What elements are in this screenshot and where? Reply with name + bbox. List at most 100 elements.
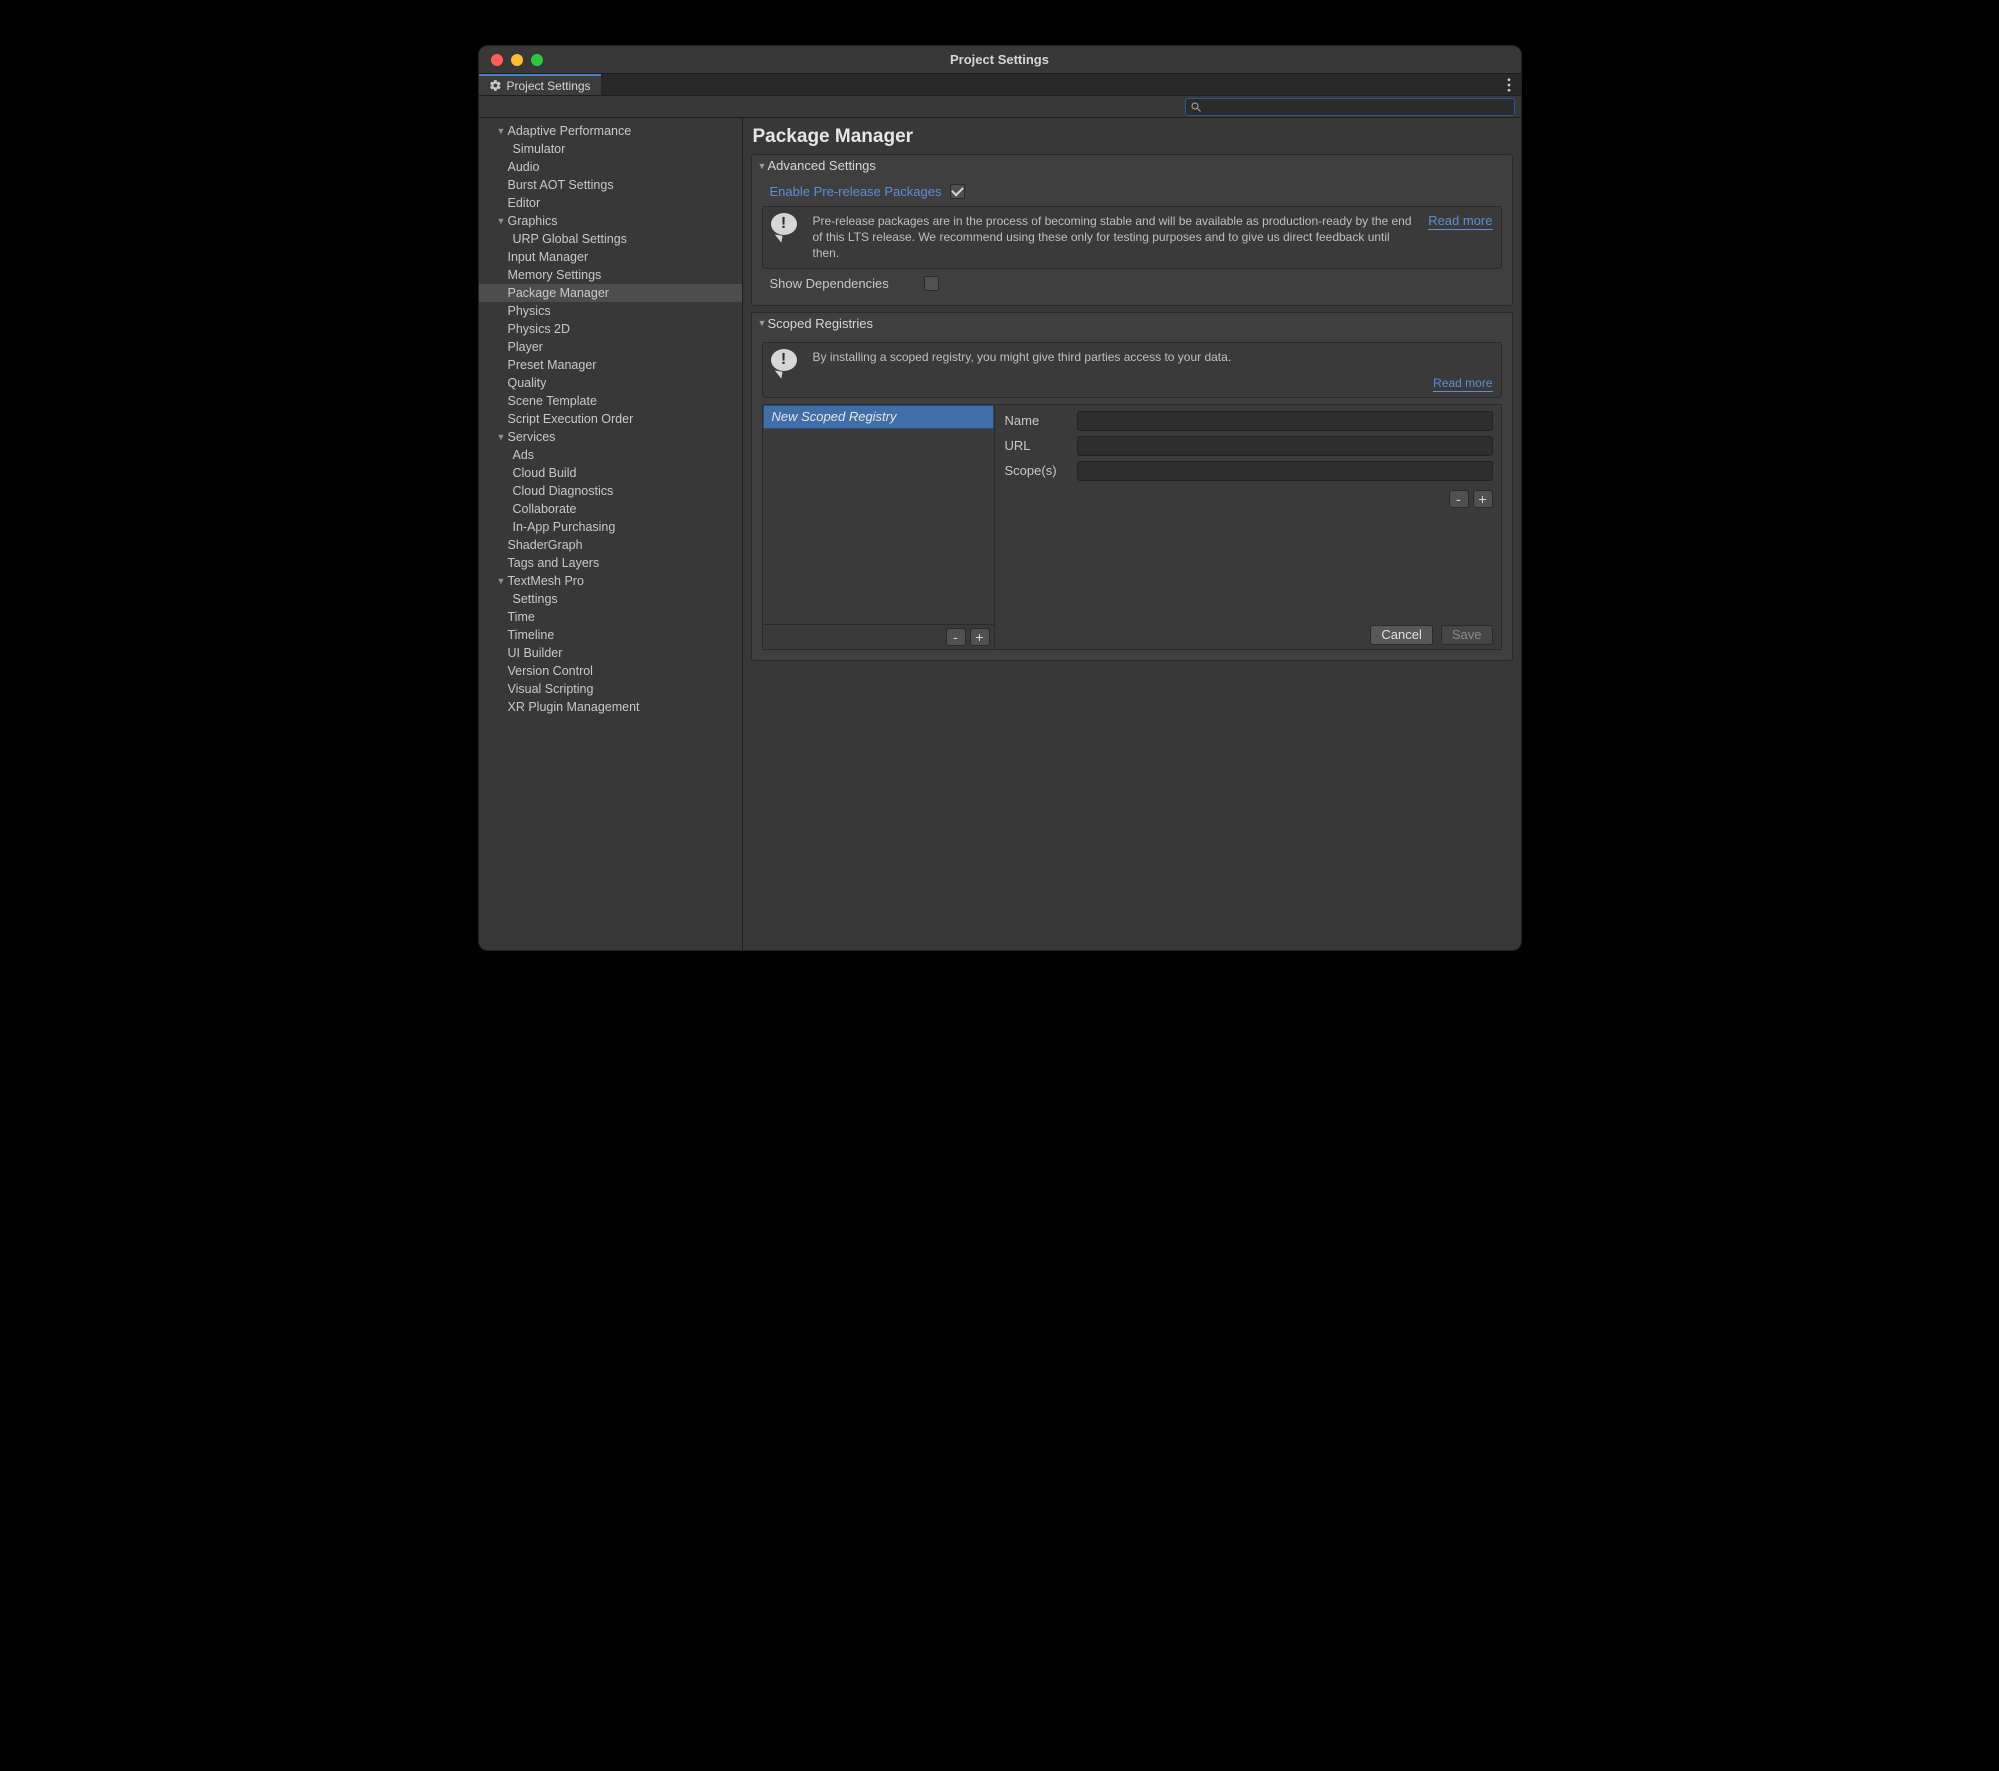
chevron-down-icon: ▼	[497, 432, 507, 442]
sidebar-item-editor[interactable]: Editor	[479, 194, 742, 212]
sidebar-item-label: Services	[508, 430, 556, 444]
sidebar-item-collaborate[interactable]: Collaborate	[479, 500, 742, 518]
sidebar-item-in-app-purchasing[interactable]: In-App Purchasing	[479, 518, 742, 536]
sidebar-item-label: Cloud Diagnostics	[513, 484, 614, 498]
sidebar-item-shadergraph[interactable]: ShaderGraph	[479, 536, 742, 554]
chevron-down-icon: ▼	[497, 216, 507, 226]
sidebar-item-ads[interactable]: Ads	[479, 446, 742, 464]
scoped-registries-foldout[interactable]: ▼ Scoped Registries	[752, 313, 1512, 334]
sidebar-item-tags-and-layers[interactable]: Tags and Layers	[479, 554, 742, 572]
advanced-settings-header: Advanced Settings	[768, 158, 876, 173]
sidebar-item-ui-builder[interactable]: UI Builder	[479, 644, 742, 662]
sidebar-item-cloud-build[interactable]: Cloud Build	[479, 464, 742, 482]
sidebar-item-timeline[interactable]: Timeline	[479, 626, 742, 644]
prerelease-read-more-link[interactable]: Read more	[1428, 213, 1492, 230]
tab-project-settings[interactable]: Project Settings	[479, 74, 601, 95]
show-dependencies-checkbox[interactable]	[924, 276, 939, 291]
sidebar-item-version-control[interactable]: Version Control	[479, 662, 742, 680]
foldout-arrow-icon: ▼	[758, 318, 768, 328]
tab-bar: Project Settings	[479, 74, 1521, 96]
info-icon: !	[771, 349, 803, 377]
save-button[interactable]: Save	[1441, 625, 1493, 645]
foldout-arrow-icon: ▼	[758, 161, 768, 171]
sidebar-item-cloud-diagnostics[interactable]: Cloud Diagnostics	[479, 482, 742, 500]
kebab-icon	[1507, 78, 1511, 92]
registry-form-panel: Name URL Scope(s)	[995, 405, 1501, 649]
zoom-window-button[interactable]	[531, 54, 543, 66]
sidebar-item-label: Adaptive Performance	[508, 124, 632, 138]
sidebar-item-script-execution-order[interactable]: Script Execution Order	[479, 410, 742, 428]
scope-add-button[interactable]: +	[1473, 490, 1493, 508]
sidebar-item-label: Memory Settings	[508, 268, 602, 282]
search-input[interactable]	[1206, 100, 1510, 114]
sidebar-item-preset-manager[interactable]: Preset Manager	[479, 356, 742, 374]
sidebar-item-scene-template[interactable]: Scene Template	[479, 392, 742, 410]
prerelease-info-box: ! Pre-release packages are in the proces…	[762, 206, 1502, 269]
chevron-down-icon: ▼	[497, 576, 507, 586]
scoped-registries-header: Scoped Registries	[768, 316, 874, 331]
project-settings-window: Project Settings Project Settings ▼Adapt…	[478, 45, 1522, 951]
sidebar-item-label: Quality	[508, 376, 547, 390]
minimize-window-button[interactable]	[511, 54, 523, 66]
registry-list-item[interactable]: New Scoped Registry	[763, 405, 994, 429]
scope-remove-button[interactable]: -	[1449, 490, 1469, 508]
show-dependencies-label: Show Dependencies	[770, 276, 916, 291]
cancel-button[interactable]: Cancel	[1370, 625, 1432, 645]
sidebar-item-simulator[interactable]: Simulator	[479, 140, 742, 158]
sidebar-item-label: Ads	[513, 448, 535, 462]
sidebar-item-urp-global-settings[interactable]: URP Global Settings	[479, 230, 742, 248]
sidebar-item-label: Script Execution Order	[508, 412, 634, 426]
sidebar-item-time[interactable]: Time	[479, 608, 742, 626]
enable-prerelease-checkbox[interactable]	[950, 184, 965, 199]
panel-menu-button[interactable]	[1497, 74, 1521, 95]
close-window-button[interactable]	[491, 54, 503, 66]
registry-name-input[interactable]	[1077, 411, 1493, 431]
sidebar-item-quality[interactable]: Quality	[479, 374, 742, 392]
sidebar-item-label: Input Manager	[508, 250, 589, 264]
registry-add-button[interactable]: +	[970, 628, 990, 646]
search-box[interactable]	[1185, 98, 1515, 116]
enable-prerelease-link[interactable]: Enable Pre-release Packages	[770, 184, 942, 199]
sidebar-item-label: Editor	[508, 196, 541, 210]
sidebar-item-services[interactable]: ▼Services	[479, 428, 742, 446]
sidebar-item-physics[interactable]: Physics	[479, 302, 742, 320]
info-icon: !	[771, 213, 803, 241]
scoped-read-more-link[interactable]: Read more	[1433, 376, 1492, 392]
registry-name-label: Name	[1005, 413, 1067, 428]
sidebar-item-label: Scene Template	[508, 394, 597, 408]
sidebar-item-label: Timeline	[508, 628, 555, 642]
page-title: Package Manager	[753, 126, 1513, 148]
sidebar-item-label: In-App Purchasing	[513, 520, 616, 534]
scoped-registry-pane: New Scoped Registry - + Name	[762, 404, 1502, 650]
sidebar-item-textmesh-pro[interactable]: ▼TextMesh Pro	[479, 572, 742, 590]
registry-url-input[interactable]	[1077, 436, 1493, 456]
gear-icon	[489, 79, 502, 92]
sidebar-item-label: Time	[508, 610, 535, 624]
scoped-info-text: By installing a scoped registry, you mig…	[813, 349, 1493, 365]
registry-scopes-label: Scope(s)	[1005, 463, 1067, 478]
sidebar-item-visual-scripting[interactable]: Visual Scripting	[479, 680, 742, 698]
sidebar-item-label: Simulator	[513, 142, 566, 156]
registry-scopes-input[interactable]	[1077, 461, 1493, 481]
advanced-settings-foldout[interactable]: ▼ Advanced Settings	[752, 155, 1512, 176]
registry-remove-button[interactable]: -	[946, 628, 966, 646]
sidebar-item-adaptive-performance[interactable]: ▼Adaptive Performance	[479, 122, 742, 140]
sidebar-item-audio[interactable]: Audio	[479, 158, 742, 176]
sidebar-item-label: Physics 2D	[508, 322, 571, 336]
search-icon	[1190, 101, 1202, 113]
titlebar: Project Settings	[479, 46, 1521, 74]
search-row	[479, 96, 1521, 118]
sidebar-item-burst-aot-settings[interactable]: Burst AOT Settings	[479, 176, 742, 194]
sidebar-item-label: Tags and Layers	[508, 556, 600, 570]
sidebar-item-label: TextMesh Pro	[508, 574, 584, 588]
sidebar-item-memory-settings[interactable]: Memory Settings	[479, 266, 742, 284]
sidebar-item-settings[interactable]: Settings	[479, 590, 742, 608]
sidebar-item-player[interactable]: Player	[479, 338, 742, 356]
sidebar-item-package-manager[interactable]: Package Manager	[479, 284, 742, 302]
registry-list-panel: New Scoped Registry - +	[763, 405, 995, 649]
sidebar-item-xr-plugin-management[interactable]: XR Plugin Management	[479, 698, 742, 716]
sidebar-item-label: Cloud Build	[513, 466, 577, 480]
sidebar-item-physics-2d[interactable]: Physics 2D	[479, 320, 742, 338]
sidebar-item-input-manager[interactable]: Input Manager	[479, 248, 742, 266]
sidebar-item-graphics[interactable]: ▼Graphics	[479, 212, 742, 230]
